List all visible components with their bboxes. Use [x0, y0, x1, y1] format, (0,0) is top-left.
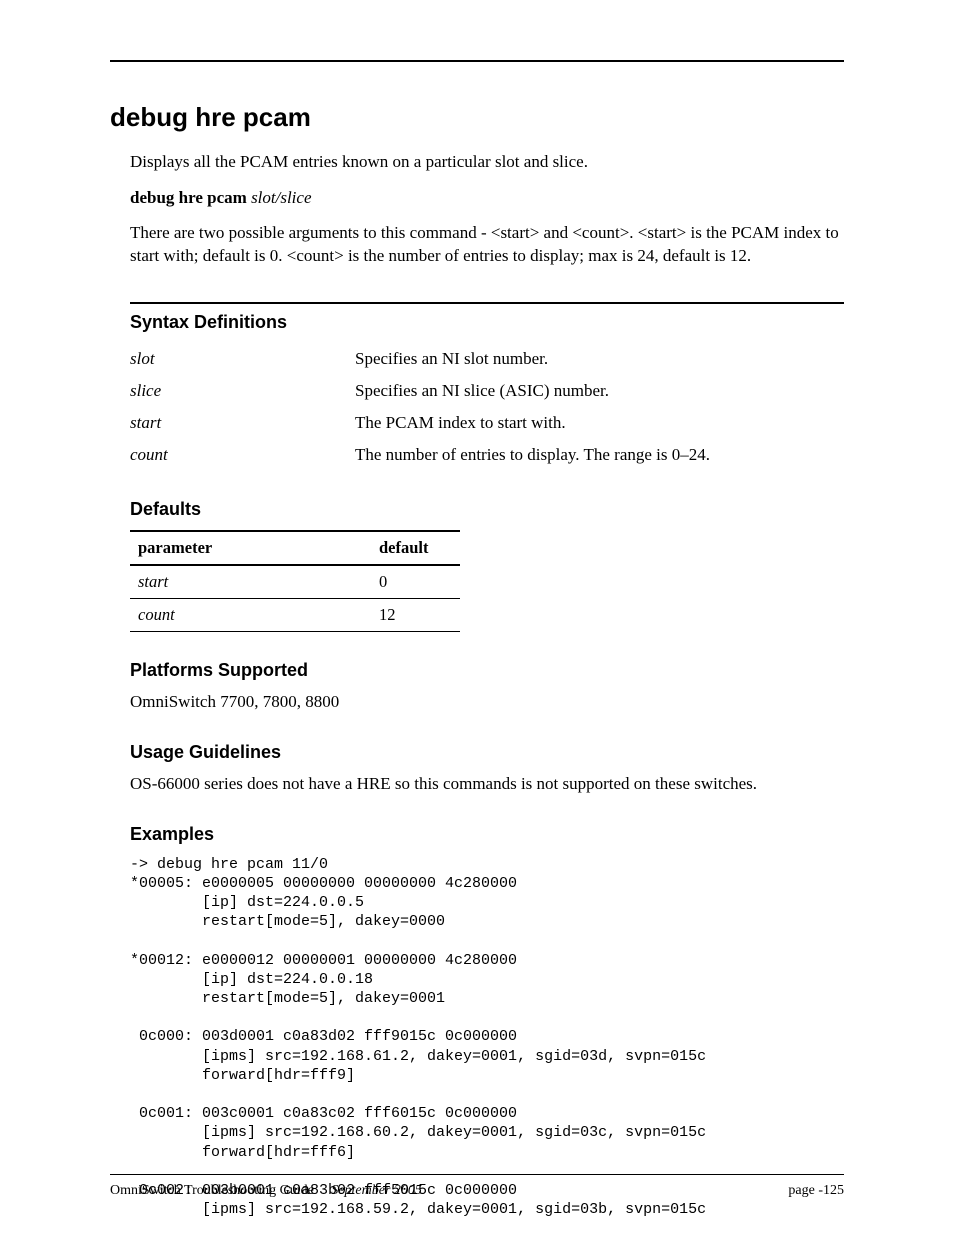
- usage-guidelines-text: OS-66000 series does not have a HRE so t…: [130, 773, 844, 796]
- syntax-definitions-table: slot Specifies an NI slot number. slice …: [130, 343, 710, 471]
- table-header-row: parameter default: [130, 531, 460, 565]
- param-desc: The number of entries to display. The ra…: [355, 439, 710, 471]
- defaults-heading: Defaults: [130, 499, 844, 520]
- syntax-command: debug hre pcam: [130, 188, 251, 207]
- param-name: slice: [130, 375, 355, 407]
- table-row: slot Specifies an NI slot number.: [130, 343, 710, 375]
- example-output: -> debug hre pcam 11/0 *00005: e0000005 …: [130, 855, 844, 1220]
- platforms-supported-heading: Platforms Supported: [130, 660, 844, 681]
- defaults-value: 0: [371, 565, 460, 599]
- platforms-supported-text: OmniSwitch 7700, 7800, 8800: [130, 691, 844, 714]
- param-name: start: [130, 407, 355, 439]
- argument-description: There are two possible arguments to this…: [130, 222, 844, 268]
- defaults-value: 12: [371, 598, 460, 631]
- top-horizontal-rule: [110, 60, 844, 62]
- intro-paragraph: Displays all the PCAM entries known on a…: [130, 151, 844, 174]
- syntax-usage-line: debug hre pcam slot/slice: [130, 188, 844, 208]
- table-row: start 0: [130, 565, 460, 599]
- defaults-param: count: [130, 598, 371, 631]
- footer-left: OmniSwitch Troubleshooting Guide Septemb…: [110, 1183, 422, 1199]
- defaults-header-parameter: parameter: [130, 531, 371, 565]
- footer-page-number: page -125: [788, 1183, 844, 1199]
- document-page: debug hre pcam Displays all the PCAM ent…: [0, 0, 954, 1235]
- usage-guidelines-heading: Usage Guidelines: [130, 742, 844, 763]
- table-row: count 12: [130, 598, 460, 631]
- param-name: slot: [130, 343, 355, 375]
- param-desc: Specifies an NI slot number.: [355, 343, 710, 375]
- param-name: count: [130, 439, 355, 471]
- table-row: start The PCAM index to start with.: [130, 407, 710, 439]
- param-desc: The PCAM index to start with.: [355, 407, 710, 439]
- defaults-param: start: [130, 565, 371, 599]
- command-title: debug hre pcam: [110, 102, 844, 133]
- footer-date: September 2005: [331, 1183, 422, 1198]
- footer-doc-title: OmniSwitch Troubleshooting Guide: [110, 1183, 314, 1198]
- defaults-header-default: default: [371, 531, 460, 565]
- examples-heading: Examples: [130, 824, 844, 845]
- syntax-arguments: slot/slice: [251, 188, 311, 207]
- table-row: count The number of entries to display. …: [130, 439, 710, 471]
- section-rule: [130, 302, 844, 304]
- table-row: slice Specifies an NI slice (ASIC) numbe…: [130, 375, 710, 407]
- page-footer: OmniSwitch Troubleshooting Guide Septemb…: [110, 1183, 844, 1199]
- defaults-table: parameter default start 0 count 12: [130, 530, 460, 632]
- footer-horizontal-rule: [110, 1174, 844, 1175]
- param-desc: Specifies an NI slice (ASIC) number.: [355, 375, 710, 407]
- syntax-definitions-heading: Syntax Definitions: [130, 312, 844, 333]
